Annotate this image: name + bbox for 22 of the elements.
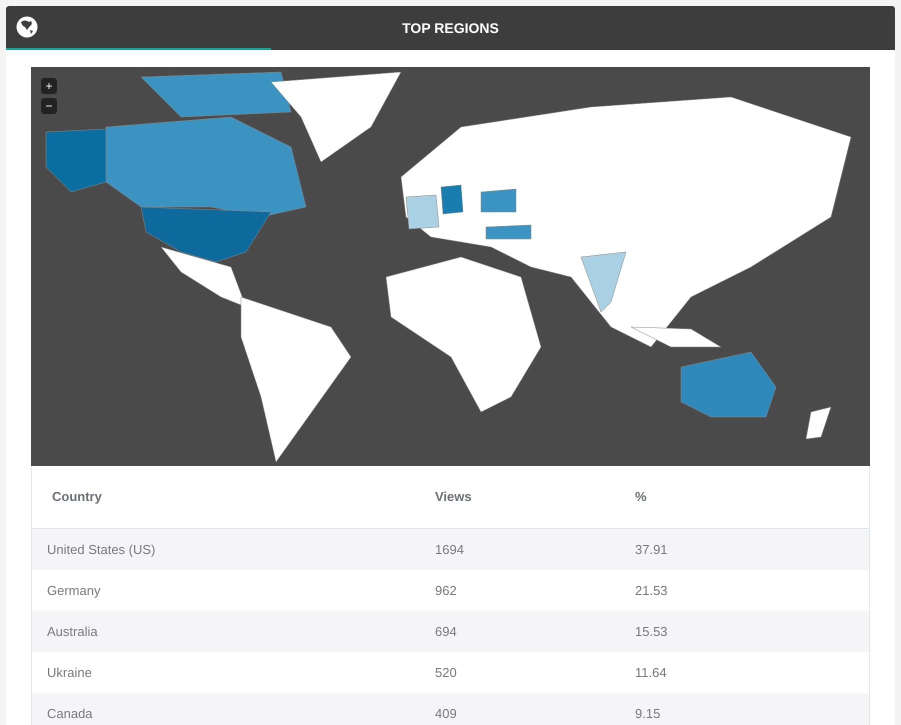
panel-title: TOP REGIONS [402, 18, 499, 38]
column-header: % [635, 488, 647, 506]
table-cell: 9.15 [635, 706, 660, 721]
table-cell: Australia [47, 624, 98, 639]
zoom-in-button[interactable]: + [41, 78, 57, 94]
column-header: Country [51, 488, 103, 506]
table-cell: 962 [435, 582, 457, 598]
table-cell: Canada [47, 706, 93, 721]
table-cell: 409 [435, 706, 457, 721]
table-cell: 15.53 [635, 624, 668, 639]
table-cell: 694 [435, 624, 457, 639]
table-cell: 21.53 [635, 582, 668, 598]
table-cell: 37.91 [635, 542, 668, 557]
table-cell: Ukraine [47, 664, 92, 680]
column-header: Views [435, 488, 473, 506]
globe-icon [16, 16, 38, 38]
zoom-out-button[interactable]: − [41, 98, 57, 114]
table-cell: Germany [47, 582, 100, 598]
table-cell: 1694 [435, 542, 464, 557]
table-cell: 11.64 [635, 664, 667, 680]
table-cell: 520 [435, 664, 457, 680]
table-cell: United States (US) [47, 542, 156, 557]
